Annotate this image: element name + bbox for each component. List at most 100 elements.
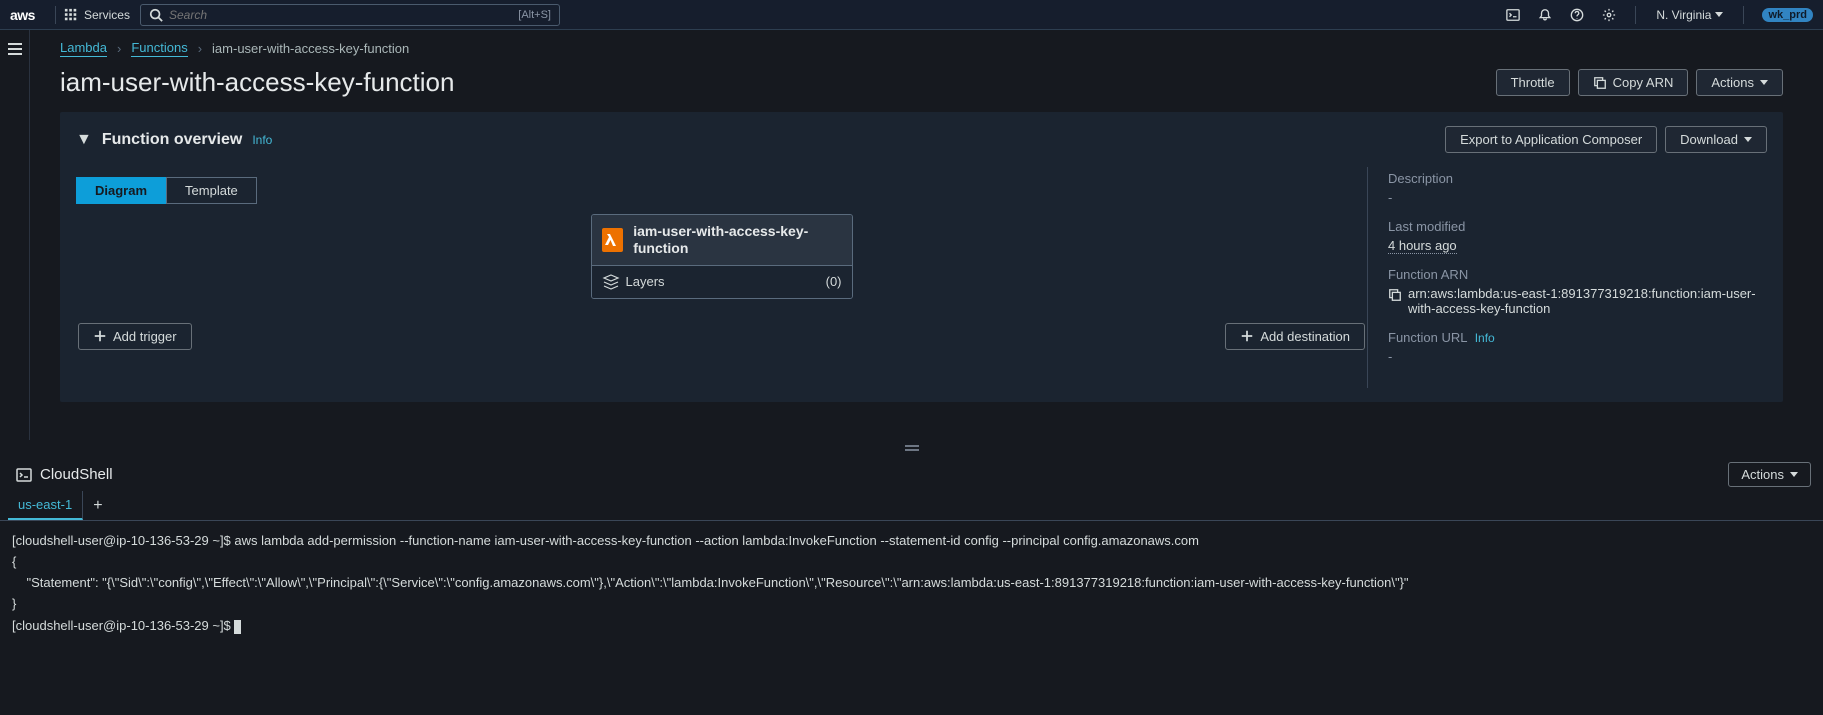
terminal-cursor <box>234 620 241 634</box>
help-icon <box>1570 8 1584 22</box>
copy-arn-button[interactable]: Copy ARN <box>1578 69 1689 96</box>
layers-icon <box>602 273 620 291</box>
account-badge[interactable]: wk_prd <box>1762 8 1813 22</box>
chevron-down-icon <box>1744 137 1752 142</box>
nav-divider <box>1635 6 1636 24</box>
function-node-name: iam-user-with-access-key-function <box>633 223 841 257</box>
cloudshell-title: CloudShell <box>40 466 113 483</box>
function-url-info-link[interactable]: Info <box>1475 331 1495 345</box>
search-box[interactable]: [Alt+S] <box>140 4 560 26</box>
add-trigger-button[interactable]: Add trigger <box>78 323 192 350</box>
hamburger-icon[interactable] <box>7 42 23 56</box>
cloudshell-title-group: CloudShell <box>16 466 113 483</box>
tab-template[interactable]: Template <box>166 177 257 204</box>
page-title: iam-user-with-access-key-function <box>60 67 454 98</box>
cloudshell-icon <box>16 467 32 483</box>
overview-info-link[interactable]: Info <box>252 133 272 147</box>
terminal-icon <box>1506 8 1520 22</box>
diagram-pane: Diagram Template iam-user-with-access-ke… <box>76 167 1367 388</box>
overview-title-group[interactable]: ▼ Function overview Info <box>76 131 272 149</box>
services-label: Services <box>84 8 130 22</box>
terminal-output: [cloudshell-user@ip-10-136-53-29 ~]$ aws… <box>12 533 1409 633</box>
lambda-icon <box>602 228 624 252</box>
chevron-down-icon <box>1790 472 1798 477</box>
header-actions: Throttle Copy ARN Actions <box>1496 69 1783 96</box>
layers-row[interactable]: Layers (0) <box>592 265 852 298</box>
download-dropdown[interactable]: Download <box>1665 126 1767 153</box>
grip-icon <box>905 445 919 451</box>
function-overview-panel: ▼ Function overview Info Export to Appli… <box>60 112 1783 402</box>
chevron-down-icon <box>1715 12 1723 17</box>
region-selector[interactable]: N. Virginia <box>1648 8 1731 22</box>
add-trigger-label: Add trigger <box>113 329 177 344</box>
diagram-buttons-row: Add trigger Add destination <box>76 323 1367 350</box>
export-app-composer-button[interactable]: Export to Application Composer <box>1445 126 1657 153</box>
collapse-caret-icon: ▼ <box>76 131 92 149</box>
view-tabs: Diagram Template <box>76 177 1367 204</box>
actions-label: Actions <box>1711 75 1754 90</box>
notifications-icon-btn[interactable] <box>1531 4 1559 26</box>
function-arn-label: Function ARN <box>1388 267 1767 282</box>
add-destination-label: Add destination <box>1260 329 1350 344</box>
breadcrumb-current: iam-user-with-access-key-function <box>212 41 409 56</box>
add-destination-button[interactable]: Add destination <box>1225 323 1365 350</box>
cloudshell-icon-btn[interactable] <box>1499 4 1527 26</box>
cloudshell-actions-dropdown[interactable]: Actions <box>1728 462 1811 487</box>
download-label: Download <box>1680 132 1738 147</box>
plus-icon <box>93 329 107 343</box>
cloudshell-actions-label: Actions <box>1741 467 1784 482</box>
last-modified-value: 4 hours ago <box>1388 238 1767 253</box>
description-label: Description <box>1388 171 1767 186</box>
function-diagram-node[interactable]: iam-user-with-access-key-function Layers… <box>591 214 853 299</box>
aws-logo[interactable]: aws <box>10 7 35 23</box>
cloudshell-new-tab[interactable]: + <box>83 493 112 519</box>
settings-icon-btn[interactable] <box>1595 4 1623 26</box>
top-navigation: aws Services [Alt+S] N. Virginia wk_prd <box>0 0 1823 30</box>
function-url-label: Function URL Info <box>1388 330 1767 345</box>
services-menu[interactable]: Services <box>64 8 130 22</box>
gear-icon <box>1602 8 1616 22</box>
nav-divider <box>55 6 56 24</box>
sidebar-toggle-col <box>0 30 30 440</box>
function-node-header: iam-user-with-access-key-function <box>592 215 852 265</box>
search-icon <box>149 8 163 22</box>
overview-header: ▼ Function overview Info Export to Appli… <box>76 126 1767 153</box>
search-input[interactable] <box>169 8 518 22</box>
copy-icon <box>1593 76 1607 90</box>
main-area: Lambda › Functions › iam-user-with-acces… <box>0 30 1823 440</box>
cloudshell-tabs: us-east-1 + <box>0 491 1823 521</box>
cloudshell-tab-region[interactable]: us-east-1 <box>8 491 83 520</box>
tab-diagram[interactable]: Diagram <box>76 177 166 204</box>
overview-actions: Export to Application Composer Download <box>1445 126 1767 153</box>
function-arn-text: arn:aws:lambda:us-east-1:891377319218:fu… <box>1408 286 1767 316</box>
description-value: - <box>1388 190 1767 205</box>
actions-dropdown[interactable]: Actions <box>1696 69 1783 96</box>
help-icon-btn[interactable] <box>1563 4 1591 26</box>
region-label: N. Virginia <box>1656 8 1711 22</box>
bell-icon <box>1538 8 1552 22</box>
copy-icon[interactable] <box>1388 288 1402 302</box>
breadcrumb: Lambda › Functions › iam-user-with-acces… <box>60 40 1783 57</box>
layers-count: (0) <box>826 274 842 289</box>
cloudshell-header: CloudShell Actions <box>0 456 1823 491</box>
chevron-down-icon <box>1760 80 1768 85</box>
page-content: Lambda › Functions › iam-user-with-acces… <box>30 30 1823 440</box>
cloudshell-panel: CloudShell Actions us-east-1 + [cloudshe… <box>0 456 1823 647</box>
panel-splitter[interactable] <box>0 440 1823 456</box>
page-header: iam-user-with-access-key-function Thrott… <box>60 67 1783 98</box>
breadcrumb-separator: › <box>198 41 202 56</box>
overview-body: Diagram Template iam-user-with-access-ke… <box>76 167 1767 388</box>
layers-label: Layers <box>626 274 665 289</box>
last-modified-label: Last modified <box>1388 219 1767 234</box>
function-arn-value: arn:aws:lambda:us-east-1:891377319218:fu… <box>1388 286 1767 316</box>
copy-arn-label: Copy ARN <box>1613 75 1674 90</box>
function-info-pane: Description - Last modified 4 hours ago … <box>1367 167 1767 388</box>
throttle-button[interactable]: Throttle <box>1496 69 1570 96</box>
breadcrumb-functions[interactable]: Functions <box>131 40 187 57</box>
search-shortcut-hint: [Alt+S] <box>518 9 551 21</box>
cloudshell-terminal[interactable]: [cloudshell-user@ip-10-136-53-29 ~]$ aws… <box>0 521 1823 647</box>
breadcrumb-separator: › <box>117 41 121 56</box>
plus-icon <box>1240 329 1254 343</box>
breadcrumb-lambda[interactable]: Lambda <box>60 40 107 57</box>
grid-icon <box>64 8 78 22</box>
